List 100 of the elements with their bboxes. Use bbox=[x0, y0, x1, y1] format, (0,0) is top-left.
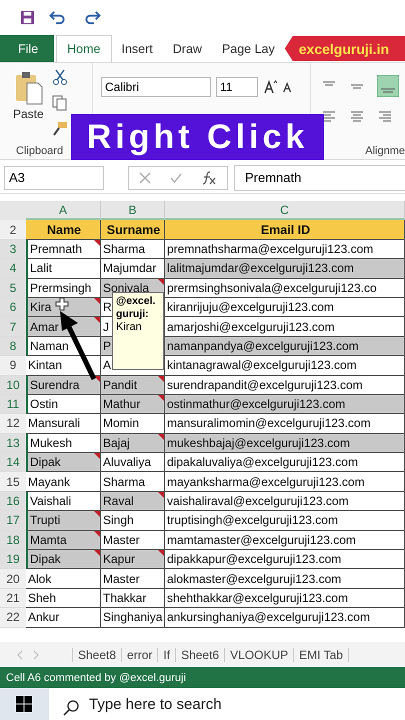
header-cell: Name bbox=[26, 220, 101, 240]
table-cell: Alok bbox=[26, 569, 101, 589]
row-header[interactable]: 9 bbox=[0, 356, 26, 376]
paste-label[interactable]: Paste bbox=[13, 107, 44, 121]
row-header[interactable]: 22 bbox=[0, 608, 26, 628]
group-label: Clipboard bbox=[16, 145, 64, 157]
row-header[interactable]: 4 bbox=[0, 259, 26, 279]
name-box[interactable]: A3 bbox=[4, 166, 104, 190]
function-icon[interactable] bbox=[201, 170, 218, 184]
table-cell: Bajaj bbox=[101, 434, 165, 454]
windows-icon[interactable] bbox=[16, 696, 32, 712]
save-icon[interactable] bbox=[20, 10, 35, 25]
ribbon-tab[interactable]: Insert bbox=[112, 35, 163, 62]
font-size-dropdown[interactable]: 11 bbox=[216, 77, 258, 97]
row-header[interactable]: 6 bbox=[0, 298, 26, 318]
align-right-icon[interactable] bbox=[377, 111, 393, 123]
sheet-tab[interactable]: EMI Tab bbox=[294, 648, 349, 662]
group-label: Alignme bbox=[365, 145, 405, 157]
row-header[interactable]: 14 bbox=[0, 453, 26, 472]
row-header[interactable]: 5 bbox=[0, 278, 26, 298]
table-cell: Premnath bbox=[26, 240, 101, 260]
site-banner: excelguruji.in bbox=[284, 36, 405, 61]
font-name-dropdown[interactable]: Calibri bbox=[101, 77, 211, 97]
row-header[interactable]: 7 bbox=[0, 317, 26, 337]
table-cell: namanpandya@excelguruji123.com bbox=[165, 336, 405, 356]
align-bottom-icon[interactable] bbox=[377, 75, 399, 97]
table-cell: Mamta bbox=[26, 530, 101, 550]
table-cell: Thakkar bbox=[101, 588, 165, 608]
grow-font-icon[interactable] bbox=[263, 80, 277, 94]
row-header[interactable]: 18 bbox=[0, 530, 26, 550]
row-header[interactable]: 3 bbox=[0, 240, 26, 260]
align-center-icon[interactable] bbox=[349, 111, 365, 123]
table-cell: Sharma bbox=[101, 240, 165, 260]
shrink-font-icon[interactable] bbox=[282, 81, 294, 93]
row-header[interactable]: 16 bbox=[0, 492, 26, 512]
table-cell: Singh bbox=[101, 511, 165, 531]
table-cell: Singhaniya bbox=[101, 608, 165, 628]
table-cell: mayanksharma@excelguruji123.com bbox=[165, 472, 405, 492]
table-cell: ostinmathur@excelguruji123.com bbox=[165, 394, 405, 414]
scissors-icon[interactable] bbox=[52, 69, 68, 85]
row-header[interactable]: 21 bbox=[0, 588, 26, 608]
formula-field[interactable]: Premnath bbox=[234, 164, 405, 190]
table-cell: truptisingh@excelguruji123.com bbox=[165, 511, 405, 531]
table-cell: ankursinghaniya@excelguruji123.com bbox=[165, 608, 405, 628]
table-cell: vaishaliraval@excelguruji123.com bbox=[165, 492, 405, 512]
table-cell: Dipak bbox=[26, 453, 101, 472]
header-cell: Email ID bbox=[165, 220, 405, 240]
table-cell: Pandit bbox=[101, 376, 165, 395]
sheet-tab[interactable]: Sheet8 bbox=[73, 648, 122, 662]
table-cell: kiranrijuju@excelguruji123.com bbox=[165, 298, 405, 318]
row-header[interactable]: 8 bbox=[0, 336, 26, 356]
table-cell: Mathur bbox=[101, 394, 165, 414]
table-cell: Kapur bbox=[101, 550, 165, 570]
paste-icon[interactable] bbox=[14, 71, 44, 105]
sheet-tab[interactable]: Sheet6 bbox=[176, 648, 226, 662]
row-header[interactable]: 12 bbox=[0, 414, 26, 434]
column-header[interactable]: A bbox=[26, 201, 101, 220]
brush-icon[interactable] bbox=[52, 121, 68, 137]
ribbon-tab[interactable]: Home bbox=[56, 35, 112, 62]
table-cell: Ankur bbox=[26, 608, 101, 628]
table-cell: Trupti bbox=[26, 511, 101, 531]
header-cell: Surname bbox=[101, 220, 165, 240]
table-cell: Aluvaliya bbox=[101, 453, 165, 472]
align-left-icon[interactable] bbox=[321, 111, 337, 123]
row-header[interactable]: 19 bbox=[0, 550, 26, 570]
table-cell: Master bbox=[101, 569, 165, 589]
sheet-tab[interactable]: If bbox=[158, 648, 176, 662]
column-header[interactable]: B bbox=[101, 201, 165, 220]
table-cell: mamtamaster@excelguruji123.com bbox=[165, 530, 405, 550]
row-header[interactable]: 15 bbox=[0, 472, 26, 492]
row-header[interactable]: 13 bbox=[0, 434, 26, 454]
copy-icon[interactable] bbox=[52, 95, 68, 111]
table-cell: Lalit bbox=[26, 259, 101, 279]
row-header[interactable]: 10 bbox=[0, 376, 26, 395]
check-icon[interactable] bbox=[170, 172, 182, 184]
sheet-tab[interactable]: VLOOKUP bbox=[225, 648, 294, 662]
table-cell: dipakkapur@excelguruji123.com bbox=[165, 550, 405, 570]
table-cell: Dipak bbox=[26, 550, 101, 570]
row-header[interactable]: 20 bbox=[0, 569, 26, 589]
ribbon-tab[interactable]: Draw bbox=[162, 35, 212, 62]
row-header[interactable]: 2 bbox=[0, 220, 26, 240]
search-icon bbox=[63, 700, 79, 716]
table-cell: Mansurali bbox=[26, 414, 101, 434]
table-cell: dipakaluvaliya@excelguruji123.com bbox=[165, 453, 405, 472]
file-tab[interactable]: File bbox=[0, 35, 54, 62]
table-cell: alokmaster@excelguruji123.com bbox=[165, 569, 405, 589]
table-cell: shehthakkar@excelguruji123.com bbox=[165, 588, 405, 608]
table-cell: Sheh bbox=[26, 588, 101, 608]
status-bar: Cell A6 commented by @excel.guruji bbox=[0, 667, 405, 688]
ribbon-tab[interactable]: Page Lay bbox=[212, 35, 285, 62]
table-cell: Surendra bbox=[26, 376, 101, 395]
sheet-tab[interactable]: error bbox=[122, 648, 158, 662]
column-header[interactable]: C bbox=[165, 201, 405, 220]
row-header[interactable]: 17 bbox=[0, 511, 26, 531]
cursor-icon bbox=[55, 297, 69, 311]
taskbar-search-field[interactable]: Type here to search bbox=[49, 688, 405, 720]
title-banner: Right Click bbox=[71, 114, 324, 160]
table-cell: mukeshbajaj@excelguruji123.com bbox=[165, 434, 405, 454]
row-header[interactable]: 11 bbox=[0, 394, 26, 414]
table-cell: Raval bbox=[101, 492, 165, 512]
